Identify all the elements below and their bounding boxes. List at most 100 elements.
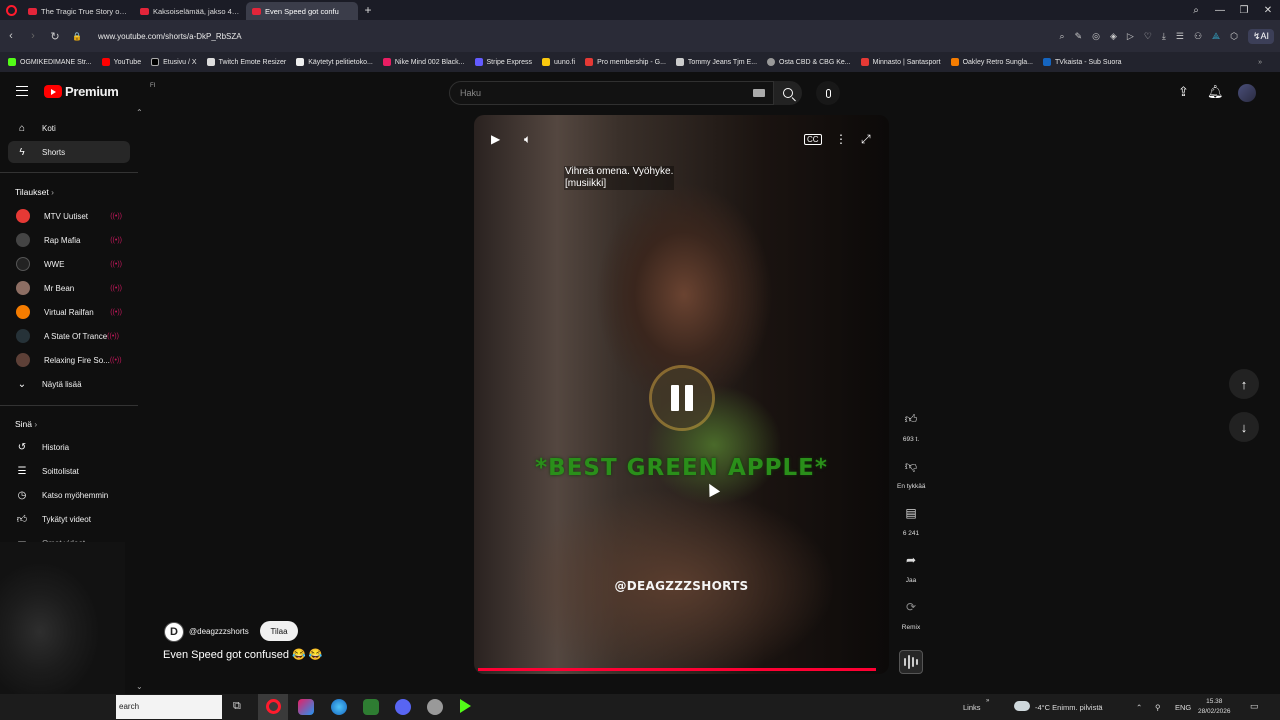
extension-icon[interactable]: ⟁ <box>1212 31 1220 42</box>
weather-text[interactable]: -4°C Enimm. pilvistä <box>1035 703 1103 712</box>
sidebar-item-subscription[interactable]: A State Of Trance ((•)) <box>8 325 130 347</box>
chevron-up-icon[interactable]: ⌃ <box>1136 703 1142 712</box>
guide-menu-icon[interactable] <box>16 86 28 96</box>
sidebar-item-home[interactable]: ⌂ Koti <box>8 117 130 139</box>
maximize-button[interactable]: ❐ <box>1232 5 1256 16</box>
next-short-button[interactable]: ↓ <box>1229 412 1259 442</box>
voice-search-button[interactable] <box>816 81 840 105</box>
sidebar-item-shorts[interactable]: ϟ Shorts <box>8 141 130 163</box>
task-view-icon[interactable]: ⧉ <box>233 700 241 713</box>
captions-icon[interactable]: CC <box>804 134 822 145</box>
search-input[interactable]: Haku <box>449 81 774 105</box>
minimize-button[interactable]: — <box>1208 5 1232 16</box>
heart-icon[interactable]: ♡ <box>1144 31 1152 42</box>
links-toolbar[interactable]: Links <box>963 703 981 712</box>
sidebar-item-subscription[interactable]: Mr Bean ((•)) <box>8 277 130 299</box>
network-icon[interactable]: ⚲ <box>1155 703 1161 712</box>
browser-tab[interactable]: The Tragic True Story of J... <box>22 2 134 20</box>
previous-short-button[interactable]: ↑ <box>1229 369 1259 399</box>
bookmark[interactable]: OGMIKEDIMANE Str... <box>8 58 92 66</box>
camera-icon[interactable]: ◎ <box>1092 31 1100 42</box>
shield-icon[interactable]: ◈ <box>1110 31 1117 42</box>
edit-icon[interactable]: ✎ <box>1075 31 1083 42</box>
discord-icon[interactable] <box>395 699 411 715</box>
youtube-premium-logo[interactable]: Premium FI <box>44 83 155 99</box>
profile-icon[interactable]: ⚇ <box>1194 31 1202 42</box>
back-icon[interactable]: ‹ <box>0 30 22 42</box>
dislike-button[interactable]: 👎︎ En tykkää <box>897 453 926 491</box>
upload-icon[interactable]: ⇪ <box>1178 84 1189 100</box>
bookmark[interactable]: Etusivu / X <box>151 58 197 66</box>
bookmark[interactable]: Tommy Jeans Tjm E... <box>675 58 757 66</box>
share-button[interactable]: ➦ Jaa <box>897 547 925 584</box>
bookmarks-overflow-icon[interactable]: » <box>1258 59 1262 66</box>
browser-tab-active[interactable]: Even Speed got confu <box>246 2 358 20</box>
bookmark[interactable]: Minnasto | Santasport <box>860 58 941 66</box>
app-icon[interactable] <box>427 699 443 715</box>
download-icon[interactable]: ⤓ <box>1162 31 1166 42</box>
bookmark[interactable]: Twitch Emote Resizer <box>206 58 286 66</box>
sidebar-item-playlists[interactable]: ☰ Soittolistat <box>8 460 130 482</box>
cube-icon[interactable]: ⬡ <box>1230 31 1238 42</box>
language-indicator[interactable]: ENG <box>1175 703 1191 712</box>
bookmark[interactable]: YouTube <box>101 58 141 66</box>
bookmark[interactable]: Stripe Express <box>474 58 532 66</box>
notifications-icon[interactable]: ▭ <box>1250 701 1259 712</box>
remix-button[interactable]: ⟳ Remix <box>897 594 925 631</box>
bookmark[interactable]: uuno.fi <box>542 58 575 66</box>
subscribe-button[interactable]: Tilaa <box>260 621 298 641</box>
bookmark[interactable]: Nike Mind 002 Black... <box>382 58 465 66</box>
new-tab-button[interactable]: + <box>358 3 378 17</box>
account-avatar[interactable] <box>1238 84 1256 102</box>
chevron-icon[interactable]: » <box>986 698 989 704</box>
sidebar-item-subscription[interactable]: Rap Mafia ((•)) <box>8 229 130 251</box>
sidebar-item-subscription[interactable]: MTV Uutiset ((•)) <box>8 205 130 227</box>
lens-icon[interactable]: ⌕ <box>1060 31 1065 42</box>
app-icon[interactable] <box>363 699 379 715</box>
bookmark[interactable]: Pro membership - G... <box>585 58 666 66</box>
subscriptions-header[interactable]: Tilaukset › <box>15 187 54 197</box>
keyboard-icon[interactable] <box>753 89 765 97</box>
url-field[interactable]: www.youtube.com/shorts/a-DkP_RbSZA <box>98 32 242 41</box>
volume-icon[interactable]: 🔈︎ <box>524 132 531 147</box>
pause-button[interactable] <box>652 368 712 428</box>
kick-icon[interactable] <box>460 699 471 713</box>
shorts-video-player[interactable]: ▶ 🔈︎ CC ⋮ ⤢ Vihreä omena. Vyöhyke. [musi… <box>474 115 889 674</box>
sidebar-scroll-down-icon[interactable]: ⌄ <box>136 682 143 691</box>
channel-name[interactable]: @deagzzzshorts <box>189 627 249 636</box>
you-header[interactable]: Sinä › <box>15 419 37 429</box>
fullscreen-icon[interactable]: ⤢ <box>861 132 871 147</box>
more-options-icon[interactable]: ⋮ <box>835 132 847 146</box>
sound-waveform-button[interactable] <box>899 650 923 674</box>
sidebar-item-history[interactable]: ↺ Historia <box>8 436 130 458</box>
app-icon[interactable] <box>298 699 314 715</box>
play-icon[interactable]: ▶ <box>491 132 500 146</box>
channel-avatar[interactable]: D <box>164 622 184 642</box>
sidebar-item-subscription[interactable]: Relaxing Fire So... ((•)) <box>8 349 130 371</box>
bookmark[interactable]: Osta CBD & CBG Ke... <box>767 58 851 66</box>
bookmark[interactable]: Käytetyt pelitietoko... <box>296 58 373 66</box>
like-button[interactable]: 👍︎ 693 t. <box>897 406 925 444</box>
comments-button[interactable]: ▤ 6 241 <box>897 500 925 537</box>
sidebar-scroll-up-icon[interactable]: ⌃ <box>136 108 143 117</box>
sidebar-item-liked-videos[interactable]: 👍︎ Tykätyt videot <box>8 508 130 530</box>
opera-icon[interactable] <box>266 699 281 714</box>
edge-icon[interactable] <box>331 699 347 715</box>
tab-search-icon[interactable]: ⌕ <box>1184 5 1208 16</box>
close-button[interactable]: ✕ <box>1256 5 1280 16</box>
ai-button[interactable]: ↯AI <box>1247 28 1274 44</box>
progress-bar[interactable] <box>478 668 876 671</box>
sidebar-item-subscription[interactable]: Virtual Railfan ((•)) <box>8 301 130 323</box>
taskbar-search[interactable]: earch <box>116 695 222 719</box>
bookmark[interactable]: TVkaista - Sub Suora <box>1043 58 1122 66</box>
bookmark[interactable]: Oakley Retro Sungla... <box>950 58 1033 66</box>
forward-icon[interactable]: › <box>22 30 44 42</box>
opera-menu-button[interactable] <box>0 0 22 20</box>
search-button[interactable] <box>774 81 802 105</box>
reload-icon[interactable]: ↻ <box>44 30 66 43</box>
notifications-bell-icon[interactable]: 🔔︎ <box>1207 84 1224 100</box>
clock[interactable]: 15.38 28/02/2026 <box>1198 697 1231 717</box>
play-icon[interactable]: ▷ <box>1127 31 1134 42</box>
browser-tab[interactable]: Kaksoiselämää, jakso 4 - L <box>134 2 246 20</box>
sidebar-item-subscription[interactable]: WWE ((•)) <box>8 253 130 275</box>
